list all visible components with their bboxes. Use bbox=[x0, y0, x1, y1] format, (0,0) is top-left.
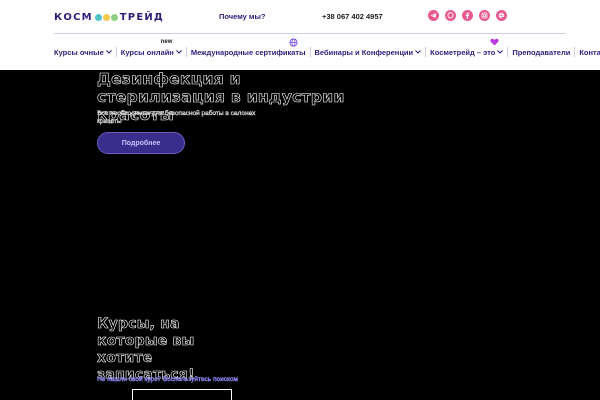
logo-dot bbox=[94, 13, 102, 21]
nav-divider bbox=[574, 47, 576, 57]
nav-item-label: Вебинары и Конференции bbox=[314, 47, 414, 57]
why-us-link[interactable]: Почему мы? bbox=[219, 12, 265, 21]
telegram-icon[interactable] bbox=[428, 10, 439, 21]
courses-title: Курсы, на которые вы хотите записаться! bbox=[97, 316, 195, 384]
chevron-down-icon bbox=[497, 50, 504, 54]
site-header: КОСМ ТРЕЙД Почему мы? +38 067 402 4957 К… bbox=[0, 0, 600, 70]
heart-icon bbox=[490, 38, 499, 45]
nav-item-label: Преподаватели bbox=[512, 47, 571, 57]
nav-item-teachers[interactable]: Преподаватели bbox=[512, 48, 570, 57]
nav-divider bbox=[309, 47, 311, 57]
hero-subtitle: Все необходимое для безопасной работы в … bbox=[97, 110, 256, 125]
main-nav: Курсы очные new Курсы онлайн Международн… bbox=[54, 38, 600, 57]
logo[interactable]: КОСМ ТРЕЙД bbox=[54, 10, 164, 24]
instagram-icon[interactable] bbox=[479, 10, 490, 21]
nav-item-label: Международные сертификаты bbox=[190, 47, 306, 57]
nav-item-label: Контакты bbox=[579, 47, 600, 57]
course-search-input[interactable] bbox=[132, 389, 232, 400]
header-divider bbox=[54, 33, 566, 34]
nav-item-label: Курсы онлайн bbox=[120, 47, 174, 57]
nav-item-certificates[interactable]: Международные сертификаты bbox=[190, 38, 306, 57]
nav-item-courses-online[interactable]: new Курсы онлайн bbox=[120, 39, 182, 57]
nav-divider bbox=[425, 47, 427, 57]
nav-item-label: Курсы очные bbox=[54, 47, 104, 57]
nav-divider bbox=[115, 47, 117, 57]
logo-dots bbox=[94, 13, 118, 21]
nav-divider bbox=[507, 47, 509, 57]
social-links bbox=[428, 10, 507, 21]
facebook-icon[interactable] bbox=[462, 10, 473, 21]
nav-item-label: Косметрейд – это bbox=[430, 47, 496, 57]
courses-subtitle: Не нашли свой курс? Воспользуйтесь поиск… bbox=[97, 376, 238, 383]
new-badge: new bbox=[160, 38, 173, 45]
logo-dot bbox=[110, 13, 118, 21]
nav-item-about[interactable]: Косметрейд – это bbox=[430, 38, 504, 57]
more-button[interactable]: Подробнее bbox=[97, 132, 185, 154]
phone-number[interactable]: +38 067 402 4957 bbox=[322, 12, 383, 21]
chevron-down-icon bbox=[415, 50, 422, 54]
globe-icon bbox=[289, 38, 298, 46]
viber-icon[interactable] bbox=[445, 10, 456, 21]
nav-item-webinars[interactable]: Вебинары и Конференции bbox=[315, 48, 422, 57]
email-icon[interactable] bbox=[496, 10, 507, 21]
nav-item-courses-offline[interactable]: Курсы очные bbox=[54, 48, 112, 57]
chevron-down-icon bbox=[175, 50, 182, 54]
logo-dot bbox=[102, 13, 110, 21]
chevron-down-icon bbox=[105, 50, 112, 54]
nav-divider bbox=[185, 47, 187, 57]
logo-text-right: ТРЕЙД bbox=[119, 11, 165, 23]
logo-text-left: КОСМ bbox=[54, 11, 93, 23]
nav-item-contacts[interactable]: Контакты bbox=[579, 48, 600, 57]
